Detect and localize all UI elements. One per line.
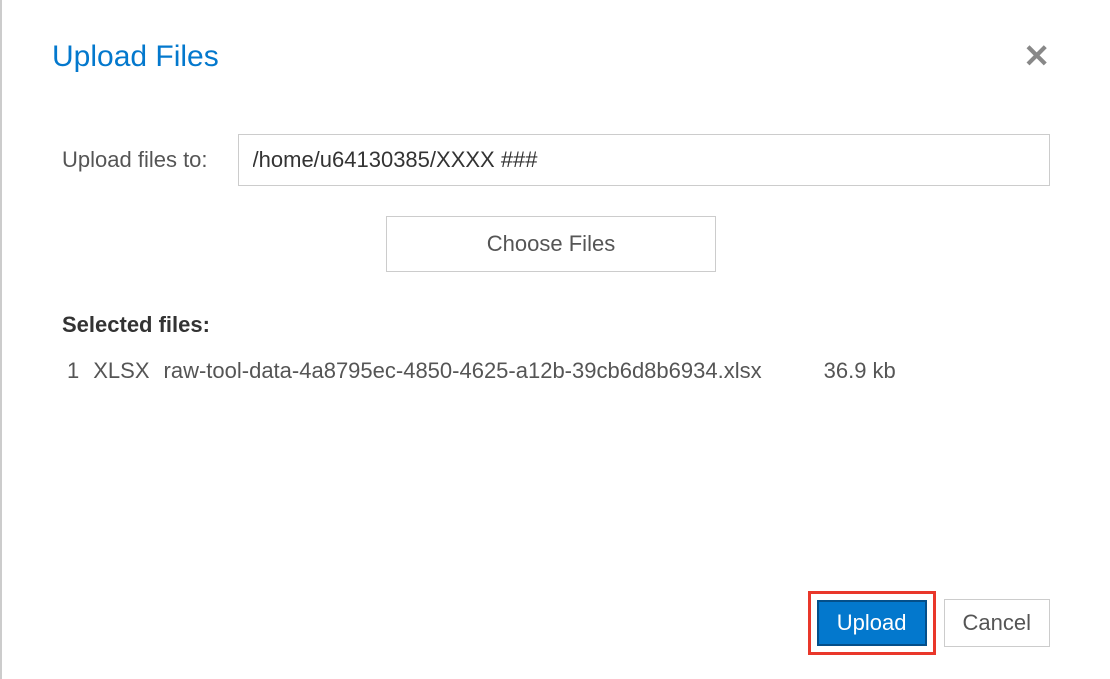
dialog-header: Upload Files ✕: [52, 40, 1050, 74]
upload-path-row: Upload files to:: [52, 134, 1050, 186]
dialog-title: Upload Files: [52, 40, 219, 74]
file-index: 1: [67, 358, 79, 384]
upload-files-dialog: Upload Files ✕ Upload files to: Choose F…: [2, 0, 1110, 679]
upload-path-input[interactable]: [238, 134, 1050, 186]
file-row: 1 XLSX raw-tool-data-4a8795ec-4850-4625-…: [52, 358, 1050, 384]
choose-files-button[interactable]: Choose Files: [386, 216, 716, 272]
selected-files-label: Selected files:: [52, 312, 1050, 338]
choose-files-row: Choose Files: [52, 216, 1050, 272]
upload-button[interactable]: Upload: [817, 600, 927, 646]
file-size: 36.9 kb: [824, 358, 896, 384]
file-extension: XLSX: [93, 358, 149, 384]
cancel-button[interactable]: Cancel: [944, 599, 1050, 647]
close-icon[interactable]: ✕: [1023, 40, 1050, 72]
upload-button-highlight: Upload: [808, 591, 936, 655]
dialog-footer: Upload Cancel: [808, 591, 1050, 655]
file-name: raw-tool-data-4a8795ec-4850-4625-a12b-39…: [164, 358, 762, 384]
upload-path-label: Upload files to:: [62, 147, 208, 173]
